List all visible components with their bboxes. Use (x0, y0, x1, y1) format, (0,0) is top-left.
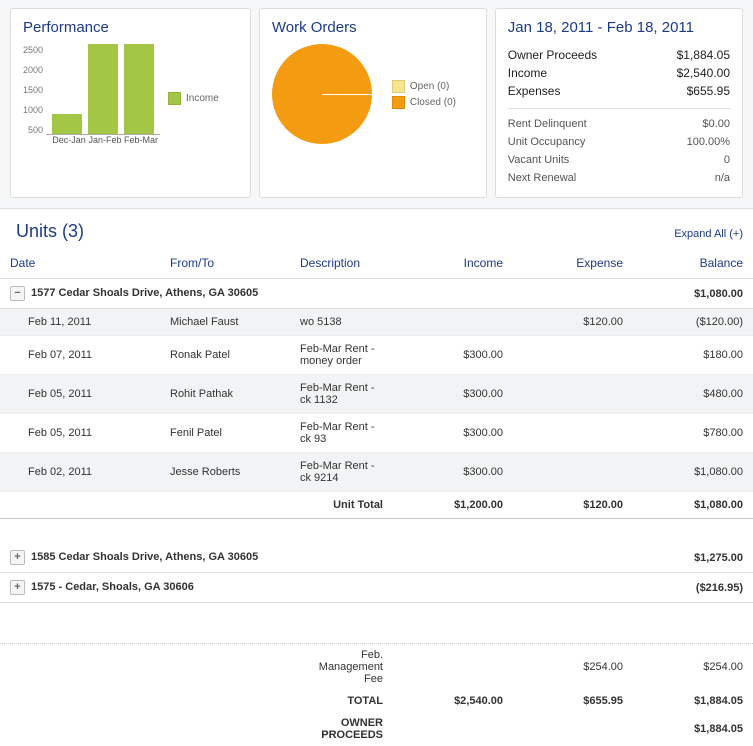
col-desc: Description (290, 248, 393, 279)
col-expense: Expense (513, 248, 633, 279)
performance-legend: Income (168, 92, 219, 105)
table-row: Feb 05, 2011Fenil PatelFeb-Mar Rent - ck… (0, 414, 753, 453)
summary-panel: Jan 18, 2011 - Feb 18, 2011 Owner Procee… (495, 8, 743, 198)
bar-chart (46, 44, 160, 135)
unit-row[interactable]: +1585 Cedar Shoals Drive, Athens, GA 306… (0, 543, 753, 573)
income-swatch (168, 92, 181, 105)
units-heading: Units (3) (16, 221, 84, 242)
col-from: From/To (160, 248, 290, 279)
summary-primary: Owner Proceeds$1,884.05 Income$2,540.00 … (508, 46, 730, 100)
unit-row[interactable]: −1577 Cedar Shoals Drive, Athens, GA 306… (0, 279, 753, 309)
unit-name: 1577 Cedar Shoals Drive, Athens, GA 3060… (31, 287, 258, 299)
owner-proceeds-row: OWNER PROCEEDS $1,884.05 (0, 712, 753, 746)
performance-panel: Performance 2500 2000 1500 1000 500 Inco… (10, 8, 251, 198)
expand-icon[interactable]: + (10, 580, 25, 595)
grand-totals: Feb. Management Fee $254.00 $254.00 TOTA… (0, 643, 753, 746)
date-range: Jan 18, 2011 - Feb 18, 2011 (508, 19, 730, 36)
table-row: Feb 05, 2011Rohit PathakFeb-Mar Rent - c… (0, 375, 753, 414)
open-swatch (392, 80, 405, 93)
workorders-title: Work Orders (272, 19, 474, 36)
table-row: Feb 11, 2011Michael Faustwo 5138 $120.00… (0, 309, 753, 336)
col-balance: Balance (633, 248, 753, 279)
collapse-icon[interactable]: − (10, 286, 25, 301)
table-row: Feb 07, 2011Ronak PatelFeb-Mar Rent - mo… (0, 336, 753, 375)
bar-feb-mar (124, 44, 154, 134)
expand-all-link[interactable]: Expand All (+) (674, 228, 743, 240)
col-income: Income (393, 248, 513, 279)
chart-y-axis: 2500 2000 1500 1000 500 (23, 45, 46, 135)
workorders-legend: Open (0) Closed (0) (392, 77, 456, 112)
table-row: Feb 02, 2011Jesse RobertsFeb-Mar Rent - … (0, 453, 753, 492)
summary-secondary: Rent Delinquent$0.00 Unit Occupancy100.0… (508, 108, 730, 187)
closed-swatch (392, 96, 405, 109)
col-date: Date (0, 248, 160, 279)
total-row: TOTAL $2,540.00 $655.95 $1,884.05 (0, 690, 753, 712)
unit-name: 1585 Cedar Shoals Drive, Athens, GA 3060… (31, 551, 258, 563)
workorders-pie (272, 44, 372, 144)
expand-icon[interactable]: + (10, 550, 25, 565)
bar-jan-feb (88, 44, 118, 134)
unit-row[interactable]: +1575 - Cedar, Shoals, GA 30606 ($216.95… (0, 573, 753, 603)
workorders-panel: Work Orders Open (0) Closed (0) (259, 8, 487, 198)
chart-x-axis: Dec-Jan Jan-Feb Feb-Mar (51, 135, 238, 145)
performance-title: Performance (23, 19, 238, 36)
unit-name: 1575 - Cedar, Shoals, GA 30606 (31, 581, 194, 593)
units-table: Date From/To Description Income Expense … (0, 248, 753, 603)
unit-total-row: Unit Total $1,200.00$120.00$1,080.00 (0, 492, 753, 519)
bar-dec-jan (52, 114, 82, 134)
summary-panels: Performance 2500 2000 1500 1000 500 Inco… (0, 0, 753, 209)
fee-row: Feb. Management Fee $254.00 $254.00 (0, 644, 753, 690)
